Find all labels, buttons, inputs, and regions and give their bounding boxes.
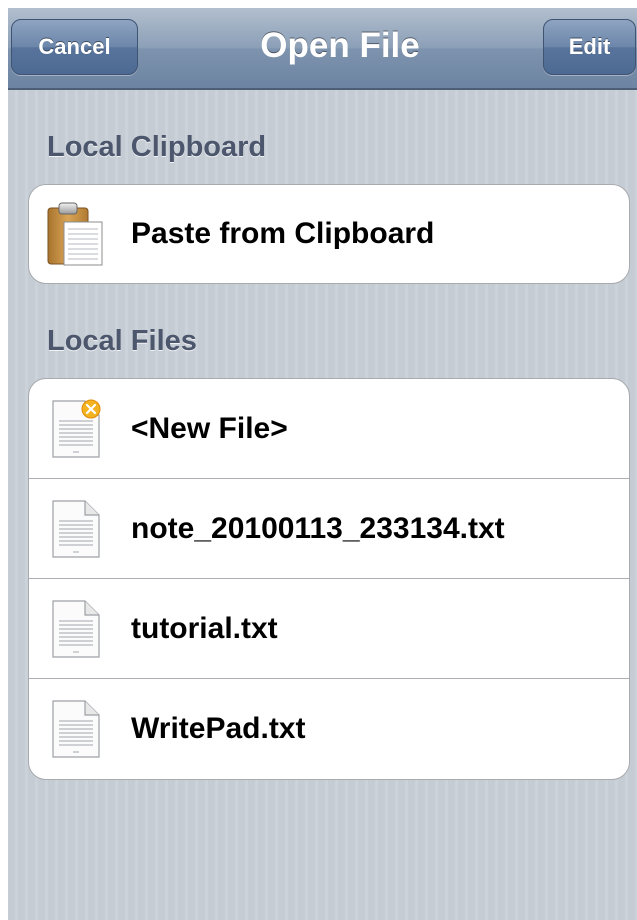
- list-item-file[interactable]: tutorial.txt: [29, 579, 629, 679]
- list-item-file[interactable]: WritePad.txt: [29, 679, 629, 779]
- cancel-button[interactable]: Cancel: [11, 19, 138, 75]
- list-item-new-file[interactable]: <New File>: [29, 379, 629, 479]
- list-item-label: tutorial.txt: [131, 611, 278, 645]
- section-header-local-files: Local Files: [47, 325, 197, 357]
- files-group: <New File> note_20100113_233134.txt tuto…: [28, 378, 630, 780]
- navigation-bar: Cancel Open File Edit: [8, 8, 637, 90]
- text-file-icon: [47, 697, 105, 761]
- open-file-screen: Cancel Open File Edit Local Clipboard Pa…: [8, 8, 637, 920]
- list-item-label: Paste from Clipboard: [131, 217, 435, 250]
- page-title: Open File: [260, 26, 420, 65]
- new-file-icon: [47, 397, 105, 461]
- list-item-label: WritePad.txt: [131, 712, 306, 745]
- list-item-paste-from-clipboard[interactable]: Paste from Clipboard: [29, 185, 629, 283]
- clipboard-group: Paste from Clipboard: [28, 184, 630, 284]
- text-file-icon: [47, 597, 105, 661]
- list-item-file[interactable]: note_20100113_233134.txt: [29, 479, 629, 579]
- list-item-label: <New File>: [131, 411, 288, 445]
- text-file-icon: [47, 497, 105, 561]
- list-item-label: note_20100113_233134.txt: [131, 511, 505, 545]
- edit-button[interactable]: Edit: [543, 19, 636, 75]
- section-header-local-clipboard: Local Clipboard: [47, 131, 267, 163]
- clipboard-icon: [47, 202, 105, 266]
